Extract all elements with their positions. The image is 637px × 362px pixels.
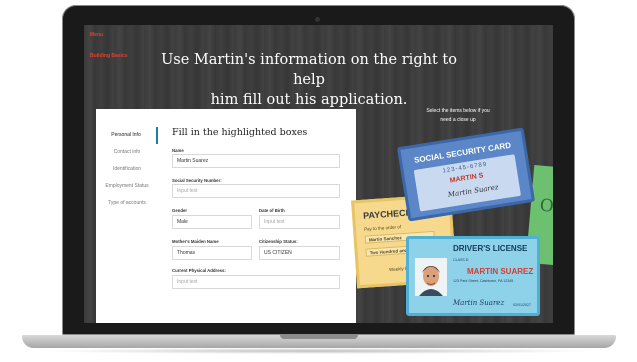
nav-item-personal-info[interactable]: Personal Info	[96, 127, 158, 144]
camera-icon	[315, 17, 320, 22]
drivers-license-card[interactable]: DRIVER'S LICENSE CLASS D MARTIN SUAREZ 1…	[406, 236, 540, 316]
nav-item-identification[interactable]: Identification	[96, 161, 158, 178]
dl-title: DRIVER'S LICENSE	[453, 244, 528, 253]
paycheck-title: PAYCHECK	[362, 207, 413, 221]
address-field[interactable]: Input text	[172, 275, 340, 289]
page-headline: Use Martin's information on the right to…	[144, 50, 474, 110]
laptop-shadow	[40, 348, 598, 354]
ssn-field[interactable]: Input text	[172, 184, 340, 198]
dl-class: CLASS D	[453, 258, 469, 262]
form-section-nav: Personal Info Contact info Identificatio…	[96, 127, 158, 212]
headline-line-1: Use Martin's information on the right to…	[161, 52, 457, 88]
address-label: Current Physical Address:	[172, 268, 226, 273]
maiden-name-field[interactable]: Thomas	[172, 246, 252, 260]
laptop-base-notch	[280, 335, 358, 339]
menu-link[interactable]: Menu	[90, 32, 103, 38]
maiden-name-label: Mother's Maiden Name	[172, 239, 219, 244]
paycheck-payto: Pay to the order of	[363, 224, 402, 232]
dl-address: 123 Park Street, Cashtown, PA 12345	[453, 279, 514, 283]
ssc-inner-panel: 123-45-6789 MARTIN S Martin Suarez	[413, 154, 521, 212]
name-field[interactable]: Martin Suarez	[172, 154, 340, 168]
ssc-signature: Martin Suarez	[447, 183, 500, 200]
dl-name: MARTIN SUAREZ	[467, 267, 534, 276]
dl-signature: Martin Suarez	[453, 299, 505, 307]
citizenship-label: Citizenship Status:	[259, 239, 298, 244]
nav-item-type-of-accounts[interactable]: Type of accounts	[96, 195, 158, 212]
gender-field[interactable]: Male	[172, 215, 252, 229]
application-form-panel: Personal Info Contact info Identificatio…	[96, 109, 356, 323]
gender-label: Gender	[172, 208, 188, 213]
laptop-screen: Menu Building Basics Use Martin's inform…	[84, 25, 553, 323]
ssn-label: Social Security Number:	[172, 178, 222, 183]
name-label: Name	[172, 148, 184, 153]
building-basics-link[interactable]: Building Basics	[90, 53, 128, 59]
dob-label: Date of Birth	[259, 208, 285, 213]
form-title: Fill in the highlighted boxes	[172, 127, 308, 138]
stage: Menu Building Basics Use Martin's inform…	[0, 0, 637, 362]
nav-item-contact-info[interactable]: Contact info	[96, 144, 158, 161]
dl-portrait	[415, 258, 447, 296]
dl-date: 02/01/2027	[513, 303, 531, 307]
dob-field[interactable]: Input text	[259, 215, 340, 229]
hint-line-1: Select the items below if you	[426, 108, 490, 114]
green-card-glyph: O	[538, 195, 553, 217]
close-up-hint: Select the items below if you need a clo…	[414, 107, 502, 125]
social-security-card[interactable]: SOCIAL SECURITY CARD 123-45-6789 MARTIN …	[396, 127, 536, 222]
nav-item-employment-status[interactable]: Employment Status	[96, 178, 158, 195]
hint-line-2: need a close up	[440, 117, 476, 123]
citizenship-field[interactable]: US CITIZEN	[259, 246, 340, 260]
